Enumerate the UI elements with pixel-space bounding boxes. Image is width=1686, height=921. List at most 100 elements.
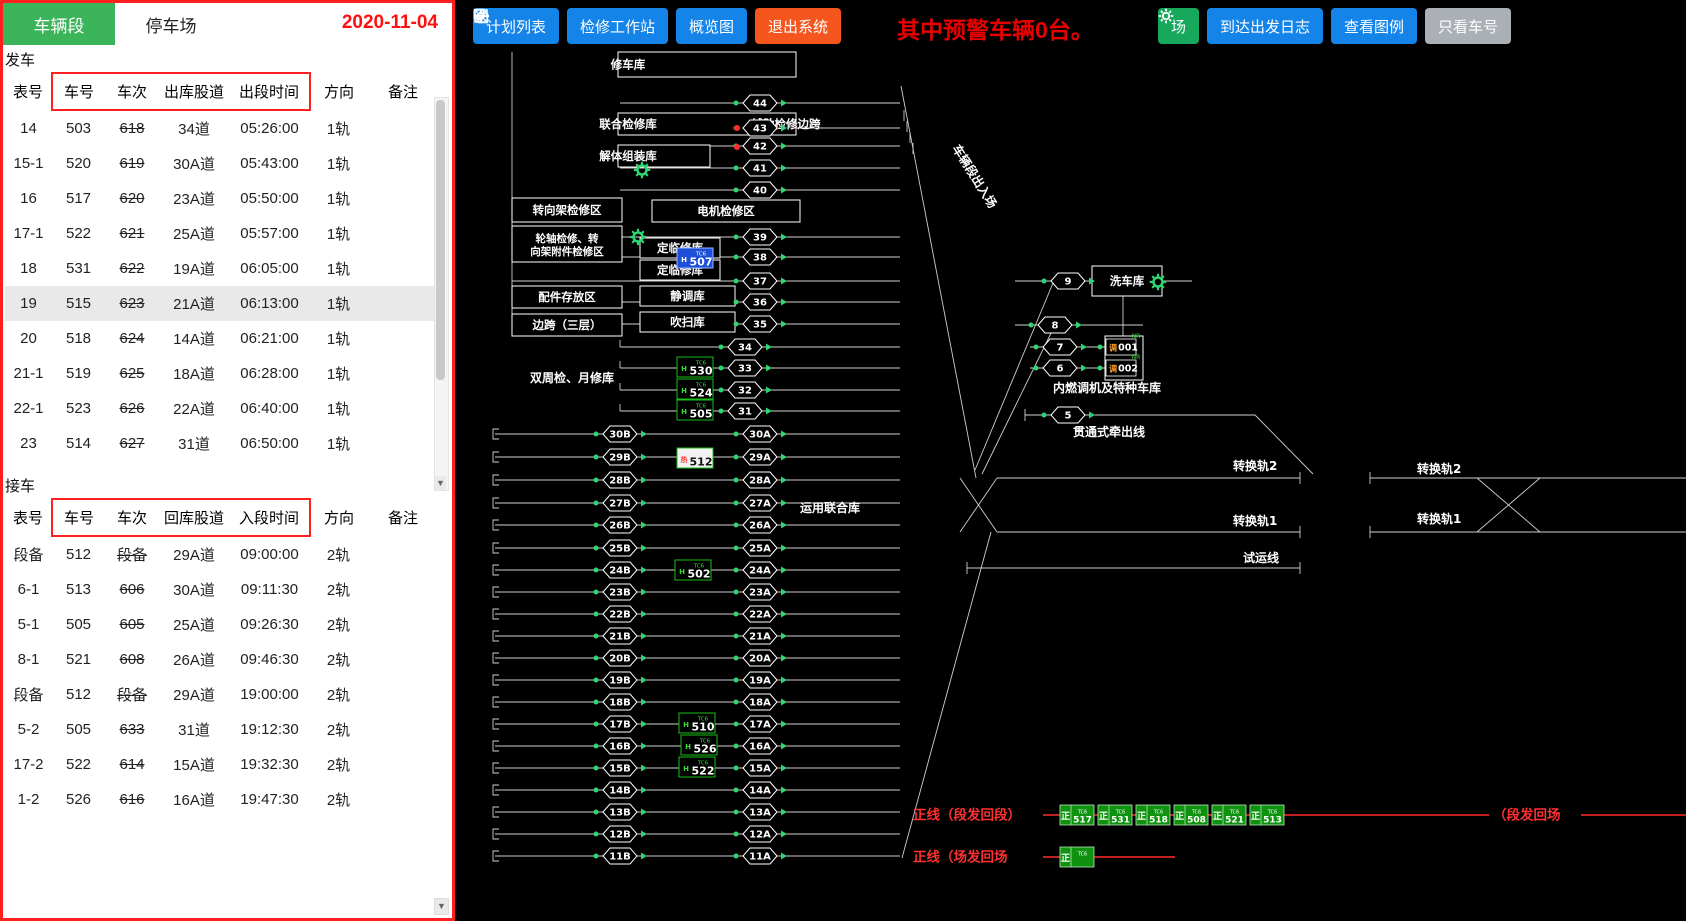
train-badge[interactable]: 热512 [677, 448, 713, 469]
scroll-down-icon[interactable]: ▼ [435, 476, 446, 490]
mainline-label: （段发回场 [1493, 807, 1561, 824]
maintenance-workstation-button[interactable]: 检修工作站 [567, 8, 668, 44]
column-header: 方向 [310, 499, 367, 536]
exit-system-button[interactable]: 退出系统 [755, 8, 841, 44]
table-cell: 625 [105, 356, 159, 391]
table-row[interactable]: 1853162219A道06:05:001轨 [5, 251, 439, 286]
train-badge[interactable]: HTC6526 [681, 735, 717, 756]
table-cell: 段备 [5, 536, 52, 572]
table-cell: 17-1 [5, 216, 52, 251]
table-cell: 15-1 [5, 146, 52, 181]
table-cell: 26A道 [159, 642, 229, 677]
panel-tabs: 车辆段停车场 2020-11-04 [3, 3, 452, 45]
table-row[interactable]: 22-152362622A道06:40:001轨 [5, 391, 439, 426]
svg-text:NR: NR [1132, 354, 1141, 361]
svg-text:正: 正 [1137, 811, 1146, 822]
signal-dot-icon [734, 722, 739, 727]
svg-text:15A: 15A [749, 764, 771, 775]
table-cell: 19:47:30 [229, 782, 310, 817]
table-row[interactable]: 1450361834道05:26:001轨 [5, 110, 439, 146]
table-row[interactable]: 5-250563331道19:12:302轨 [5, 712, 439, 747]
mainline-train-badge[interactable]: 正TC6513 [1250, 805, 1284, 826]
table-row[interactable]: 1-252661616A道19:47:302轨 [5, 782, 439, 817]
svg-text:18B: 18B [609, 698, 631, 709]
direction-arrow-icon [641, 477, 647, 484]
table-row[interactable]: 6-151360630A道09:11:302轨 [5, 572, 439, 607]
table-row[interactable]: 21-151962518A道06:28:001轨 [5, 356, 439, 391]
table-cell: 627 [105, 426, 159, 461]
direction-arrow-icon [781, 589, 787, 596]
signal-dot-icon [719, 345, 724, 350]
tab-车辆段[interactable]: 车辆段 [3, 3, 115, 45]
train-badge[interactable]: HTC6524 [677, 379, 713, 400]
train-badge[interactable]: HTC6502 [675, 560, 711, 581]
svg-text:H: H [681, 365, 687, 373]
mainline-train-badge[interactable]: 正TC6521 [1212, 805, 1246, 826]
table-row[interactable]: 段备512段备29A道19:00:002轨 [5, 677, 439, 712]
mainline-train-badge[interactable]: 正TC6531 [1098, 805, 1132, 826]
table-cell: 622 [105, 251, 159, 286]
table-cell: 31道 [159, 426, 229, 461]
overview-button[interactable]: 概览图 [676, 8, 747, 44]
table-row[interactable]: 2351462731道06:50:001轨 [5, 426, 439, 461]
departure-scrollbar[interactable]: ▼ [434, 97, 449, 491]
panel-scroll-down-icon[interactable]: ▼ [434, 898, 449, 915]
arrival-departure-log-button[interactable]: 到达出发日志 [1207, 8, 1323, 44]
direction-arrow-icon [781, 655, 787, 662]
table-cell: 17-2 [5, 747, 52, 782]
table-cell: 620 [105, 181, 159, 216]
train-badge[interactable]: HTC6507 [677, 248, 713, 269]
signal-dot-icon [734, 300, 739, 305]
mainline-train-badge[interactable]: 正TC6518 [1136, 805, 1170, 826]
mainline-train-badge[interactable]: 正TC6508 [1174, 805, 1208, 826]
svg-text:正: 正 [1061, 811, 1070, 822]
table-row[interactable]: 1651762023A道05:50:001轨 [5, 181, 439, 216]
table-row[interactable]: 2051862414A道06:21:001轨 [5, 321, 439, 356]
train-badge[interactable]: HTC6510 [679, 713, 715, 734]
column-header: 表号 [5, 499, 52, 536]
direction-arrow-icon [781, 743, 787, 750]
svg-text:30B: 30B [609, 430, 631, 441]
only-train-number-button[interactable]: 只看车号 [1425, 8, 1511, 44]
scrollbar-thumb[interactable] [436, 100, 445, 380]
table-row[interactable]: 1951562321A道06:13:001轨 [5, 286, 439, 321]
train-badge[interactable]: HTC6522 [679, 757, 715, 778]
table-row[interactable]: 15-152061930A道05:43:001轨 [5, 146, 439, 181]
view-legend-button[interactable]: 查看图例 [1331, 8, 1417, 44]
signal-dot-icon [734, 854, 739, 859]
svg-text:25A: 25A [749, 544, 771, 555]
direction-arrow-icon [766, 387, 772, 394]
tab-停车场[interactable]: 停车场 [115, 3, 227, 45]
svg-text:18A: 18A [749, 698, 771, 709]
column-header: 车号 [52, 73, 105, 110]
svg-text:NR: NR [1132, 333, 1141, 340]
svg-text:36: 36 [753, 298, 767, 309]
table-row[interactable]: 5-150560525A道09:26:302轨 [5, 607, 439, 642]
direction-arrow-icon [641, 567, 647, 574]
mainline-train-badge[interactable]: 正TC6517 [1060, 805, 1094, 826]
table-row[interactable]: 17-252261415A道19:32:302轨 [5, 747, 439, 782]
signal-dot-icon [734, 322, 739, 327]
direction-arrow-icon [781, 234, 787, 241]
svg-text:524: 524 [690, 387, 713, 400]
train-badge[interactable]: HTC6530 [677, 357, 713, 378]
table-row[interactable]: 17-152262125A道05:57:001轨 [5, 216, 439, 251]
svg-text:44: 44 [753, 99, 767, 110]
table-row[interactable]: 8-152160826A道09:46:302轨 [5, 642, 439, 677]
mainline-train-badge[interactable]: 正TC6 [1060, 847, 1094, 867]
table-cell: 2轨 [310, 747, 367, 782]
table-cell: 605 [105, 607, 159, 642]
signal-dot-icon [734, 810, 739, 815]
table-cell: 2轨 [310, 712, 367, 747]
svg-text:530: 530 [690, 365, 713, 378]
signal-dot-icon [734, 255, 739, 260]
table-cell: 30A道 [159, 146, 229, 181]
table-row[interactable]: 段备512段备29A道09:00:002轨 [5, 536, 439, 572]
svg-text:H: H [683, 721, 689, 729]
svg-text:40: 40 [753, 186, 767, 197]
table-cell: 05:26:00 [229, 110, 310, 146]
gear-icon [1158, 8, 1174, 24]
train-badge[interactable]: HTC6505 [677, 400, 713, 421]
table-cell: 25A道 [159, 216, 229, 251]
table-cell: 621 [105, 216, 159, 251]
